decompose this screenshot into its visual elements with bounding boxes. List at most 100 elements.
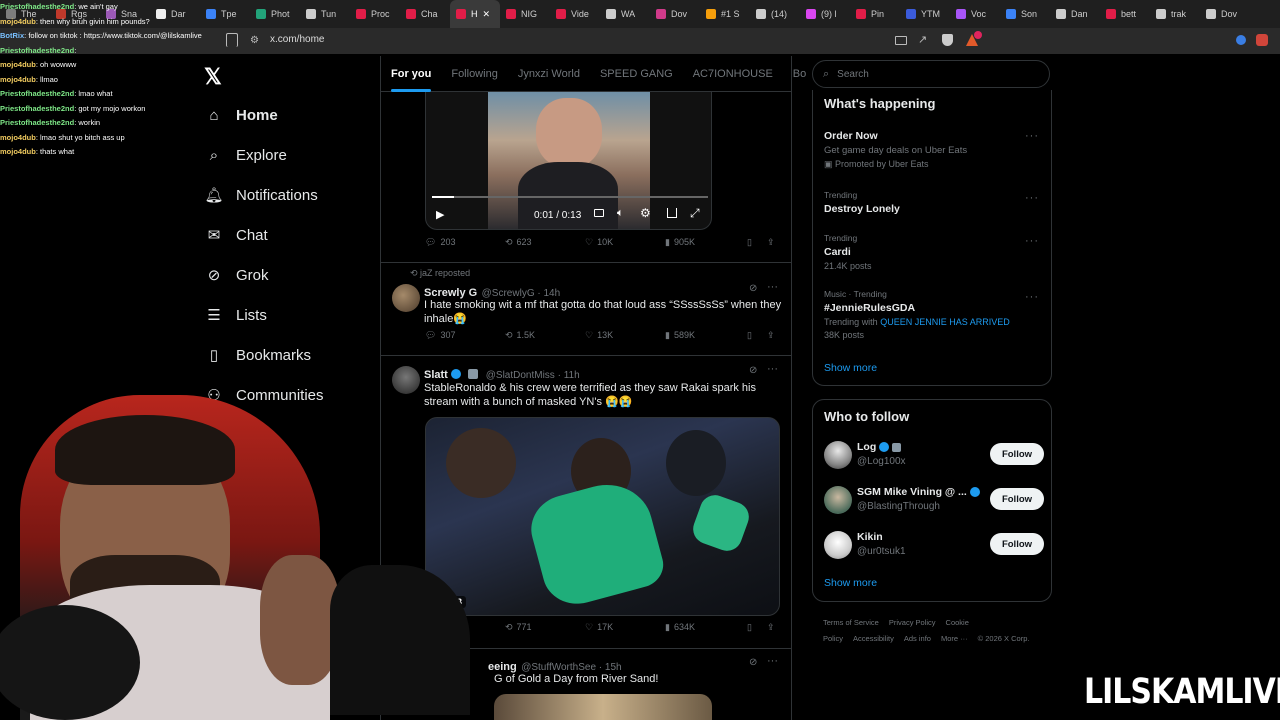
x-logo[interactable]: 𝕏 xyxy=(204,64,222,90)
screen-icon[interactable] xyxy=(895,36,907,45)
feed-tab[interactable]: AC7IONHOUSE xyxy=(683,68,783,80)
footer-link[interactable]: Privacy Policy xyxy=(889,618,936,627)
avatar[interactable] xyxy=(824,441,852,469)
views-button[interactable]: ▮ 634K xyxy=(665,622,695,633)
nav-item-grok[interactable]: ⊘ Grok xyxy=(200,255,380,295)
grok-icon[interactable]: ⊘ xyxy=(749,657,757,668)
url-field[interactable]: x.com/home xyxy=(270,34,324,45)
browser-tab[interactable]: Cha xyxy=(400,0,450,28)
views-button[interactable]: ▮ 905K xyxy=(665,237,695,248)
video-progress-track[interactable] xyxy=(432,196,708,198)
captions-icon[interactable] xyxy=(594,209,604,217)
browser-tab[interactable]: NIG xyxy=(500,0,550,28)
bookmark-tweet-button[interactable]: ▯ xyxy=(747,622,752,633)
browser-tab[interactable]: Son xyxy=(1000,0,1050,28)
feed-tab[interactable]: Jynxzi World xyxy=(508,68,590,80)
more-icon[interactable]: ··· xyxy=(767,655,778,667)
author-name[interactable]: Slatt xyxy=(424,369,448,381)
suggested-account[interactable]: Kikin @ur0tsuk1 Follow xyxy=(824,529,1044,565)
bookmark-tweet-button[interactable]: ▯ xyxy=(747,237,752,248)
trend-item[interactable]: Trending Cardi 21.4K posts xyxy=(824,233,1044,271)
browser-tab[interactable]: #1 S xyxy=(700,0,750,28)
reply-button[interactable]: 💬︎ 203 xyxy=(425,237,455,248)
volume-icon[interactable]: 🔈︎ xyxy=(617,207,624,220)
nav-item-home[interactable]: ⌂ Home xyxy=(200,95,380,135)
avatar[interactable] xyxy=(824,531,852,559)
browser-tab[interactable]: Dov xyxy=(650,0,700,28)
footer-link[interactable]: Terms of Service xyxy=(823,618,879,627)
browser-tab[interactable]: Pin xyxy=(850,0,900,28)
more-icon[interactable]: ··· xyxy=(767,363,778,375)
footer-link[interactable]: Accessibility xyxy=(853,634,894,643)
views-button[interactable]: ▮ 589K xyxy=(665,330,695,341)
browser-tab[interactable]: Vide xyxy=(550,0,600,28)
feed-tab[interactable]: For you xyxy=(381,68,441,92)
grok-icon[interactable]: ⊘ xyxy=(749,283,757,294)
browser-tab[interactable]: Proc xyxy=(350,0,400,28)
nav-item-lists[interactable]: ☰ Lists xyxy=(200,295,380,335)
nav-item-explore[interactable]: ⌕ Explore xyxy=(200,135,380,175)
play-icon[interactable]: ▶ xyxy=(436,208,444,221)
suggested-account[interactable]: Log @Log100x Follow xyxy=(824,439,1044,475)
browser-tab[interactable]: Phot xyxy=(250,0,300,28)
feed-tab[interactable]: SPEED GANG xyxy=(590,68,683,80)
tweet-video-thumbnail[interactable]: 1:13 xyxy=(425,417,780,616)
repost-button[interactable]: ⟲ 771 xyxy=(505,622,532,633)
browser-tab[interactable]: bett xyxy=(1100,0,1150,28)
trending-with-link[interactable]: QUEEN JENNIE HAS ARRIVED xyxy=(880,317,1010,327)
follow-button[interactable]: Follow xyxy=(990,443,1044,465)
trend-item[interactable]: Music · Trending #JennieRulesGDA Trendin… xyxy=(824,289,1044,340)
footer-link[interactable]: Ads info xyxy=(904,634,931,643)
more-icon[interactable]: ··· xyxy=(1025,192,1039,204)
share-icon[interactable]: ↗ xyxy=(918,33,927,46)
nav-item-chat[interactable]: ✉ Chat xyxy=(200,215,380,255)
repost-button[interactable]: ⟲ 1.5K xyxy=(505,330,535,341)
show-more-link[interactable]: Show more xyxy=(824,577,877,589)
more-icon[interactable]: ··· xyxy=(767,281,778,293)
browser-tab[interactable]: Tun xyxy=(300,0,350,28)
follow-button[interactable]: Follow xyxy=(990,488,1044,510)
browser-tab[interactable]: Dov xyxy=(1200,0,1250,28)
like-button[interactable]: ♡ 17K xyxy=(585,622,613,633)
more-icon[interactable]: ··· xyxy=(1025,235,1039,247)
tweet-video-player[interactable]: ▶ 0:01 / 0:13 🔈︎ ⚙ ⤢ xyxy=(425,92,712,230)
browser-tab[interactable]: trak xyxy=(1150,0,1200,28)
browser-tab[interactable]: YTM xyxy=(900,0,950,28)
site-settings-icon[interactable]: ⚙ xyxy=(250,35,259,46)
browser-tab[interactable]: Voc xyxy=(950,0,1000,28)
browser-tab[interactable]: Dan xyxy=(1050,0,1100,28)
browser-tab[interactable]: (14) xyxy=(750,0,800,28)
avatar[interactable] xyxy=(824,486,852,514)
footer-link[interactable]: More ··· xyxy=(941,634,968,643)
show-more-link[interactable]: Show more xyxy=(824,362,877,374)
close-tab-icon[interactable]: ✕ xyxy=(483,9,491,20)
feed-tab[interactable]: Following xyxy=(441,68,507,80)
tweet-image[interactable] xyxy=(494,694,712,720)
trend-item[interactable]: Order Now Get game day deals on Uber Eat… xyxy=(824,130,1044,170)
settings-icon[interactable]: ⚙ xyxy=(640,206,651,220)
like-button[interactable]: ♡ 10K xyxy=(585,237,613,248)
browser-tab[interactable]: (9) l xyxy=(800,0,850,28)
nav-item-notifications[interactable]: 🔔︎ Notifications xyxy=(200,175,380,215)
avatar[interactable] xyxy=(392,366,420,394)
reply-button[interactable]: 💬︎ 307 xyxy=(425,330,455,341)
fullscreen-icon[interactable]: ⤢ xyxy=(690,206,700,221)
follow-button[interactable]: Follow xyxy=(990,533,1044,555)
pip-icon[interactable] xyxy=(667,208,677,218)
bookmark-tweet-button[interactable]: ▯ xyxy=(747,330,752,341)
share-tweet-button[interactable]: ⇪ xyxy=(767,330,775,341)
nav-item-bookmarks[interactable]: ▯ Bookmarks xyxy=(200,335,380,375)
author-handle[interactable]: @SlatDontMiss · 11h xyxy=(486,370,580,381)
avatar[interactable] xyxy=(392,284,420,312)
trend-item[interactable]: Trending Destroy Lonely xyxy=(824,190,1044,215)
browser-tab[interactable]: WA xyxy=(600,0,650,28)
brave-shield-icon[interactable] xyxy=(942,34,953,46)
more-icon[interactable]: ··· xyxy=(1025,291,1039,303)
repost-button[interactable]: ⟲ 623 xyxy=(505,237,532,248)
like-button[interactable]: ♡ 13K xyxy=(585,330,613,341)
grok-icon[interactable]: ⊘ xyxy=(749,365,757,376)
share-tweet-button[interactable]: ⇪ xyxy=(767,622,775,633)
share-tweet-button[interactable]: ⇪ xyxy=(767,237,775,248)
extension-icon[interactable] xyxy=(1236,35,1246,45)
search-input[interactable]: ⌕ Search xyxy=(812,60,1050,88)
